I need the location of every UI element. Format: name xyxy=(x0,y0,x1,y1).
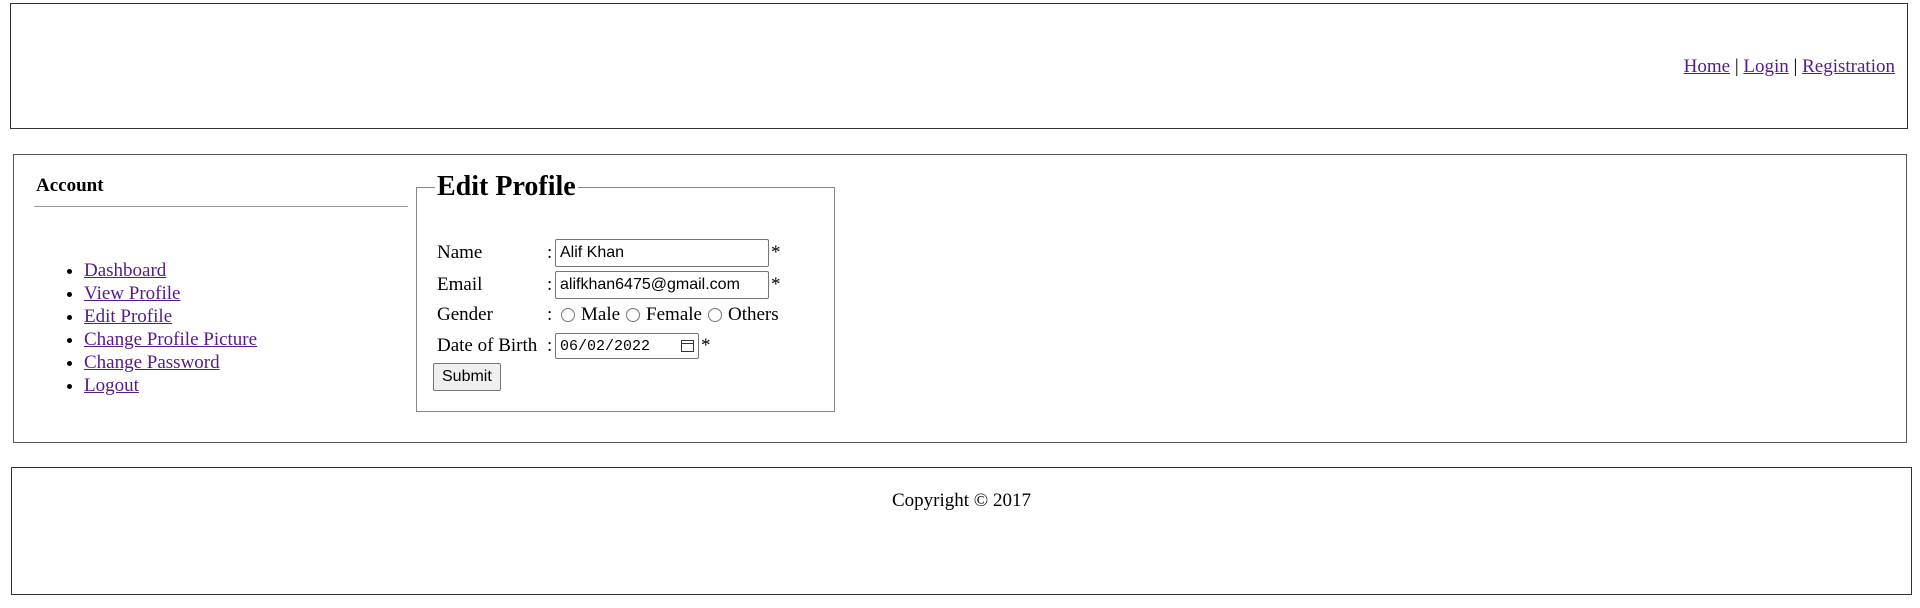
nav-separator: | xyxy=(1793,56,1798,77)
gender-male-radio[interactable] xyxy=(561,308,575,322)
email-input[interactable] xyxy=(555,271,769,299)
calendar-icon[interactable] xyxy=(681,340,694,352)
submit-button[interactable]: Submit xyxy=(433,363,501,391)
sidebar: Account Dashboard View Profile Edit Prof… xyxy=(34,175,408,397)
colon: : xyxy=(547,304,553,325)
sidebar-link-dashboard[interactable]: Dashboard xyxy=(84,260,166,281)
sidebar-item-change-profile-picture: Change Profile Picture xyxy=(84,328,408,351)
dob-row: Date of Birth : 06/02/2022 * xyxy=(437,333,711,359)
required-mark: * xyxy=(771,274,781,295)
footer: Copyright © 2017 xyxy=(11,467,1912,595)
nav-separator: | xyxy=(1734,56,1739,77)
nav-link-home[interactable]: Home xyxy=(1684,56,1730,77)
colon: : xyxy=(547,242,553,263)
header: Home | Login | Registration xyxy=(10,3,1908,129)
sidebar-item-change-password: Change Password xyxy=(84,351,408,374)
copyright-text: Copyright © 2017 xyxy=(892,490,1031,511)
gender-female-radio[interactable] xyxy=(626,308,641,322)
sidebar-link-view-profile[interactable]: View Profile xyxy=(84,283,180,304)
sidebar-link-change-password[interactable]: Change Password xyxy=(84,352,220,373)
colon: : xyxy=(547,274,553,295)
required-mark: * xyxy=(771,242,781,263)
sidebar-item-dashboard: Dashboard xyxy=(84,259,408,282)
top-nav: Home | Login | Registration xyxy=(1684,56,1895,78)
sidebar-item-logout: Logout xyxy=(84,374,408,397)
dob-value: 06/02/2022 xyxy=(560,337,651,355)
sidebar-item-view-profile: View Profile xyxy=(84,282,408,305)
sidebar-divider xyxy=(34,206,408,207)
gender-row: Gender : Male Female Others xyxy=(437,304,779,326)
sidebar-title: Account xyxy=(36,175,104,196)
name-row: Name : * xyxy=(437,239,781,267)
sidebar-item-edit-profile: Edit Profile xyxy=(84,305,408,328)
main-content: Account Dashboard View Profile Edit Prof… xyxy=(13,154,1907,443)
gender-others-label: Others xyxy=(727,304,779,325)
gender-female-label: Female xyxy=(646,304,702,325)
nav-link-registration[interactable]: Registration xyxy=(1802,56,1895,77)
sidebar-link-logout[interactable]: Logout xyxy=(84,375,139,396)
email-row: Email : * xyxy=(437,271,781,299)
name-input[interactable] xyxy=(555,239,769,267)
sidebar-menu: Dashboard View Profile Edit Profile Chan… xyxy=(34,259,408,397)
email-label: Email xyxy=(437,274,483,295)
nav-link-login[interactable]: Login xyxy=(1743,56,1788,77)
edit-profile-fieldset: Edit Profile Name : * Email : * Gender :… xyxy=(416,171,835,412)
name-label: Name xyxy=(437,242,483,263)
gender-label: Gender xyxy=(437,304,493,325)
form-legend: Edit Profile xyxy=(435,171,578,203)
colon: : xyxy=(547,335,553,356)
sidebar-link-edit-profile[interactable]: Edit Profile xyxy=(84,306,172,327)
gender-male-label: Male xyxy=(581,304,621,325)
dob-input[interactable]: 06/02/2022 xyxy=(555,333,699,359)
required-mark: * xyxy=(701,335,711,356)
gender-others-radio[interactable] xyxy=(707,308,722,322)
dob-label: Date of Birth xyxy=(437,335,538,356)
sidebar-link-change-profile-picture[interactable]: Change Profile Picture xyxy=(84,329,257,350)
